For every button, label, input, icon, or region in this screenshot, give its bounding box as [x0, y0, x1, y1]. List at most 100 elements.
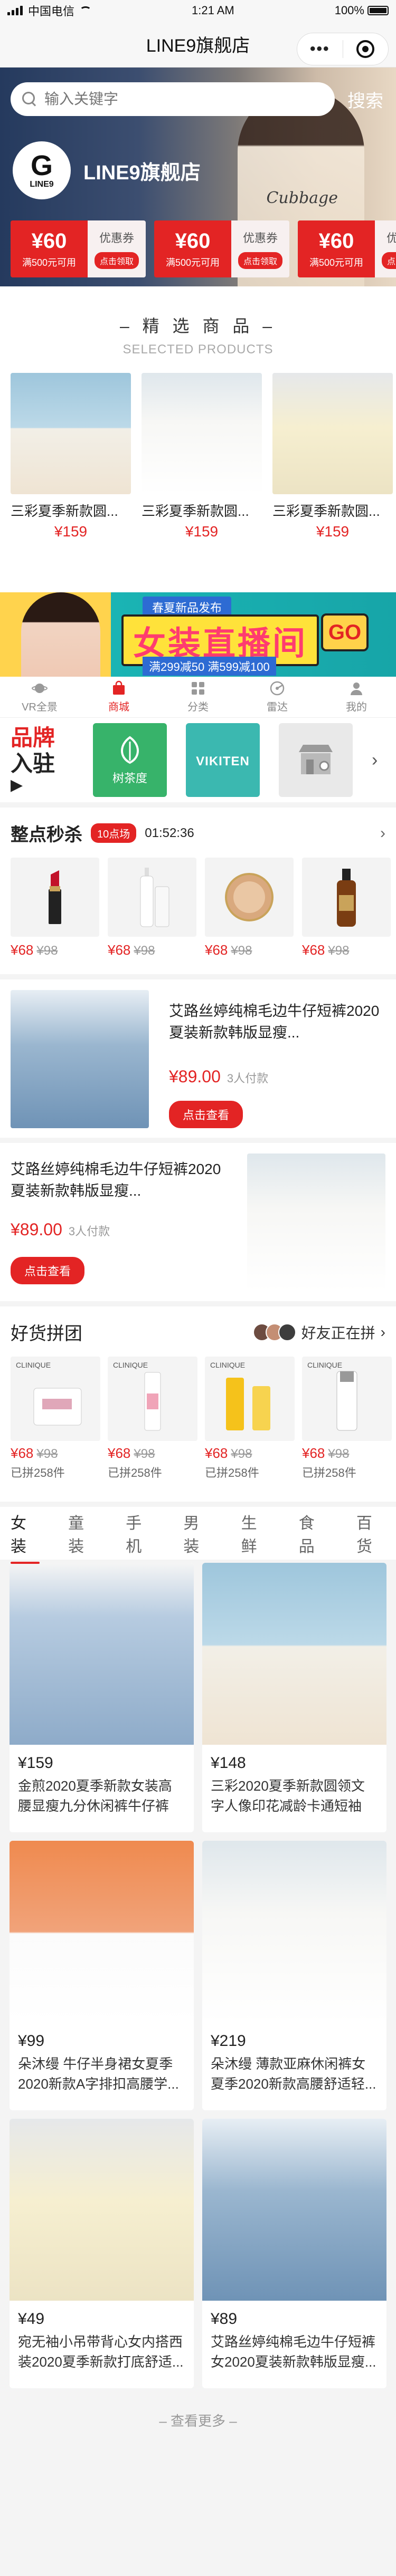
product-card[interactable]: ¥148 三彩2020夏季新款圆领文字人像印花减龄卡通短袖直...: [202, 1563, 386, 1832]
product-card[interactable]: ¥219 朵沐缦 薄款亚麻休闲裤女夏季2020新款高腰舒适轻...: [202, 1841, 386, 2110]
tab-label: 我的: [346, 701, 367, 713]
tab-radar[interactable]: 雷达: [238, 677, 317, 717]
page-title: LINE9旗舰店: [146, 36, 250, 56]
category-tab[interactable]: 食品: [299, 1510, 328, 1556]
brand-heading: 品牌 入驻 ▶: [11, 725, 55, 794]
product-card[interactable]: ¥99 朵沐缦 牛仔半身裙女夏季2020新款A字排扣高腰学...: [10, 1841, 194, 2110]
coupon-card[interactable]: ¥60 满500元可用 优惠券 点击领取: [154, 220, 289, 277]
radar-icon: [269, 680, 285, 696]
tab-label: VR全景: [22, 701, 58, 713]
product-price: ¥89.00: [11, 1220, 62, 1239]
friends-joining[interactable]: 好友正在拼 ›: [252, 1322, 385, 1343]
flash-sale-item[interactable]: ¥68 ¥98: [205, 858, 294, 958]
tab-category[interactable]: 分类: [158, 677, 238, 717]
friend-avatars: [252, 1323, 296, 1341]
view-button[interactable]: 点击查看: [169, 1101, 243, 1128]
featured-product-card[interactable]: 艾路丝婷纯棉毛边牛仔短裤2020夏装新款韩版显瘦... ¥89.00 3人付款 点…: [0, 1143, 396, 1301]
battery-icon: [367, 6, 389, 15]
coupon-list: ¥60 满500元可用 优惠券 点击领取 ¥60 满500元可用 优惠券 点击领…: [11, 220, 396, 277]
product-name: 三彩夏季新款圆...: [11, 503, 118, 519]
group-count: 已拼258件: [11, 1466, 65, 1479]
selected-products-section: – 精 选 商 品 – SELECTED PRODUCTS 三彩夏季新款圆...…: [0, 286, 396, 592]
tab-mall[interactable]: 商城: [79, 677, 158, 717]
product-image: [202, 1563, 386, 1745]
group-count: 已拼258件: [108, 1466, 162, 1479]
product-name: 金煎2020夏季新款女装高腰显瘦九分休闲裤牛仔裤女...: [18, 1778, 172, 1814]
group-buy-item[interactable]: CLINIQUE ¥68 ¥98 已拼258件: [108, 1357, 197, 1481]
category-tab[interactable]: 百货: [356, 1510, 385, 1556]
tab-label: 商城: [108, 701, 129, 713]
store-icon: [299, 745, 333, 774]
flash-sale-item[interactable]: ¥68 ¥98: [108, 858, 196, 958]
product-title: 艾路丝婷纯棉毛边牛仔短裤2020夏装新款韩版显瘦...: [11, 1161, 221, 1199]
original-price: ¥98: [328, 1447, 350, 1461]
live-stream-banner[interactable]: 春夏新品发布 女装直播间 满299减50 满599减100 GO: [0, 592, 396, 677]
product-card[interactable]: ¥159 金煎2020夏季新款女装高腰显瘦九分休闲裤牛仔裤女...: [10, 1563, 194, 1832]
original-price: ¥98: [231, 944, 252, 958]
original-price: ¥98: [36, 1447, 58, 1461]
status-time: 1:21 AM: [192, 4, 234, 17]
category-tab[interactable]: 女装: [11, 1510, 40, 1564]
product-image: CLINIQUE: [108, 1357, 197, 1441]
product-image: [10, 1841, 194, 2023]
store-logo: G LINE9: [13, 141, 71, 199]
search-box[interactable]: [11, 82, 335, 116]
brand-tile[interactable]: [279, 723, 353, 797]
original-price: ¥98: [36, 944, 58, 958]
product-card[interactable]: ¥89 艾路丝婷纯棉毛边牛仔短裤女2020夏装新款韩版显瘦...: [202, 2119, 386, 2388]
product-image: CLINIQUE: [11, 1357, 100, 1441]
product-image: CLINIQUE: [302, 1357, 392, 1441]
product-card[interactable]: ¥49 宛无袖小吊带背心女内搭西装2020夏季新款打底舒适...: [10, 2119, 194, 2388]
coupon-card[interactable]: ¥60 满500元可用 优惠券 点击领取: [11, 220, 146, 277]
chevron-right-icon[interactable]: ›: [372, 750, 378, 771]
product-card[interactable]: 三彩夏季新款圆... ¥159: [11, 373, 131, 540]
coupon-type: 优惠券: [99, 232, 134, 245]
brand-tile[interactable]: 树茶度: [93, 723, 167, 797]
countdown: 01:52:36: [145, 825, 194, 840]
signal-icon: [7, 6, 23, 15]
category-tab[interactable]: 生鲜: [241, 1510, 270, 1556]
wifi-icon: [80, 6, 92, 15]
product-card[interactable]: 三彩夏季新款圆... ¥159: [272, 373, 393, 540]
group-buy-section: 好货拼团 好友正在拼 › CLINIQUE ¥68 ¥98 已拼258件 CLI…: [0, 1306, 396, 1502]
coupon-condition: 满500元可用: [309, 257, 364, 268]
flash-sale-item[interactable]: ¥68 ¥98: [11, 858, 99, 958]
category-tab[interactable]: 手机: [126, 1510, 155, 1556]
close-target-icon[interactable]: [343, 40, 389, 58]
coupon-amount: ¥60: [318, 229, 354, 253]
search-button[interactable]: 搜索: [347, 86, 383, 112]
store-tab-bar: VR全景 商城 分类 雷达 我的: [0, 677, 396, 718]
group-buy-item[interactable]: CLINIQUE ¥68 ¥98 已拼258件: [11, 1357, 100, 1481]
banner-go-button[interactable]: GO: [321, 613, 369, 651]
leaf-icon: [121, 736, 139, 764]
tab-mine[interactable]: 我的: [317, 677, 396, 717]
tab-vr[interactable]: VR全景: [0, 677, 79, 717]
session-badge: 10点场: [91, 823, 137, 843]
chevron-right-icon[interactable]: ›: [380, 824, 385, 842]
claim-coupon-button[interactable]: 点击领取: [381, 252, 396, 269]
featured-product-card[interactable]: 艾路丝婷纯棉毛边牛仔短裤2020夏装新款韩版显瘦... ¥89.00 3人付款 点…: [0, 979, 396, 1138]
claim-coupon-button[interactable]: 点击领取: [94, 252, 139, 269]
group-buy-item[interactable]: CLINIQUE ¥68 ¥98 已拼258件: [302, 1357, 392, 1481]
search-input[interactable]: [44, 91, 323, 108]
coupon-card[interactable]: ¥60 满500元可用 优惠券 点击领取: [298, 220, 396, 277]
view-button[interactable]: 点击查看: [11, 1257, 85, 1284]
group-buy-item[interactable]: CLINIQUE ¥68 ¥98 已拼258件: [205, 1357, 295, 1481]
coupon-amount: ¥60: [175, 229, 211, 253]
product-price: ¥99: [18, 2032, 45, 2050]
category-tab[interactable]: 男装: [183, 1510, 212, 1556]
product-name: 三彩夏季新款圆...: [272, 503, 380, 519]
more-icon[interactable]: •••: [297, 40, 343, 58]
group-buy-title: 好货拼团: [11, 1324, 82, 1344]
brand-tile[interactable]: VIKITEN: [186, 723, 260, 797]
product-image: [247, 1154, 385, 1292]
coupon-amount: ¥60: [31, 229, 67, 253]
view-more-link[interactable]: – 查看更多 –: [0, 2388, 396, 2430]
flash-sale-item[interactable]: ¥68 ¥98: [302, 858, 391, 958]
coupon-condition: 满500元可用: [165, 257, 220, 268]
product-card[interactable]: 三彩夏季新款圆... ¥159: [142, 373, 262, 540]
claim-coupon-button[interactable]: 点击领取: [238, 252, 282, 269]
category-tab[interactable]: 童装: [68, 1510, 97, 1556]
product-name: 朵沐缦 薄款亚麻休闲裤女夏季2020新款高腰舒适轻...: [211, 2056, 376, 2092]
cushion-image: [205, 858, 294, 937]
